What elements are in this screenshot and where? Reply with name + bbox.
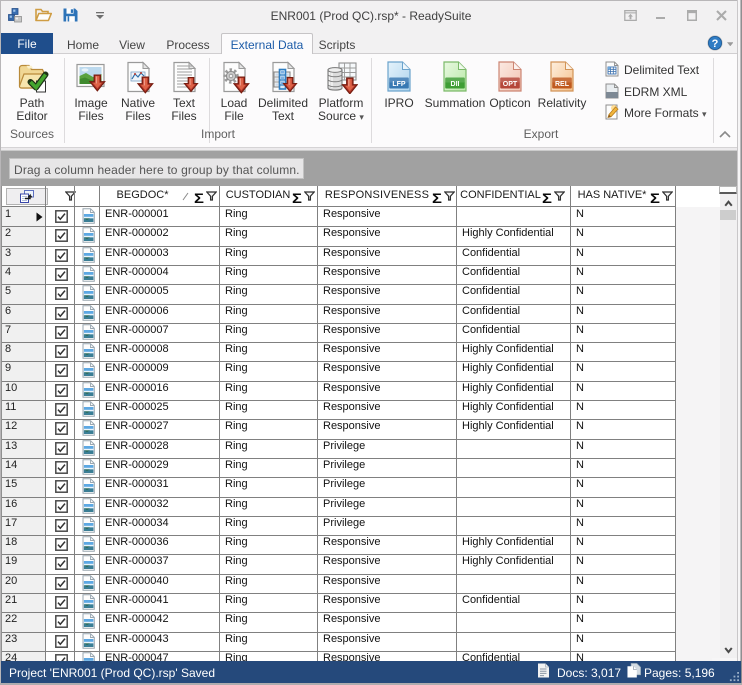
svg-text:REL: REL [555, 81, 570, 88]
svg-text:?: ? [712, 38, 719, 50]
svg-text:OPT: OPT [503, 81, 518, 88]
svg-text:LFP: LFP [392, 81, 406, 88]
svg-text:DII: DII [451, 81, 460, 88]
